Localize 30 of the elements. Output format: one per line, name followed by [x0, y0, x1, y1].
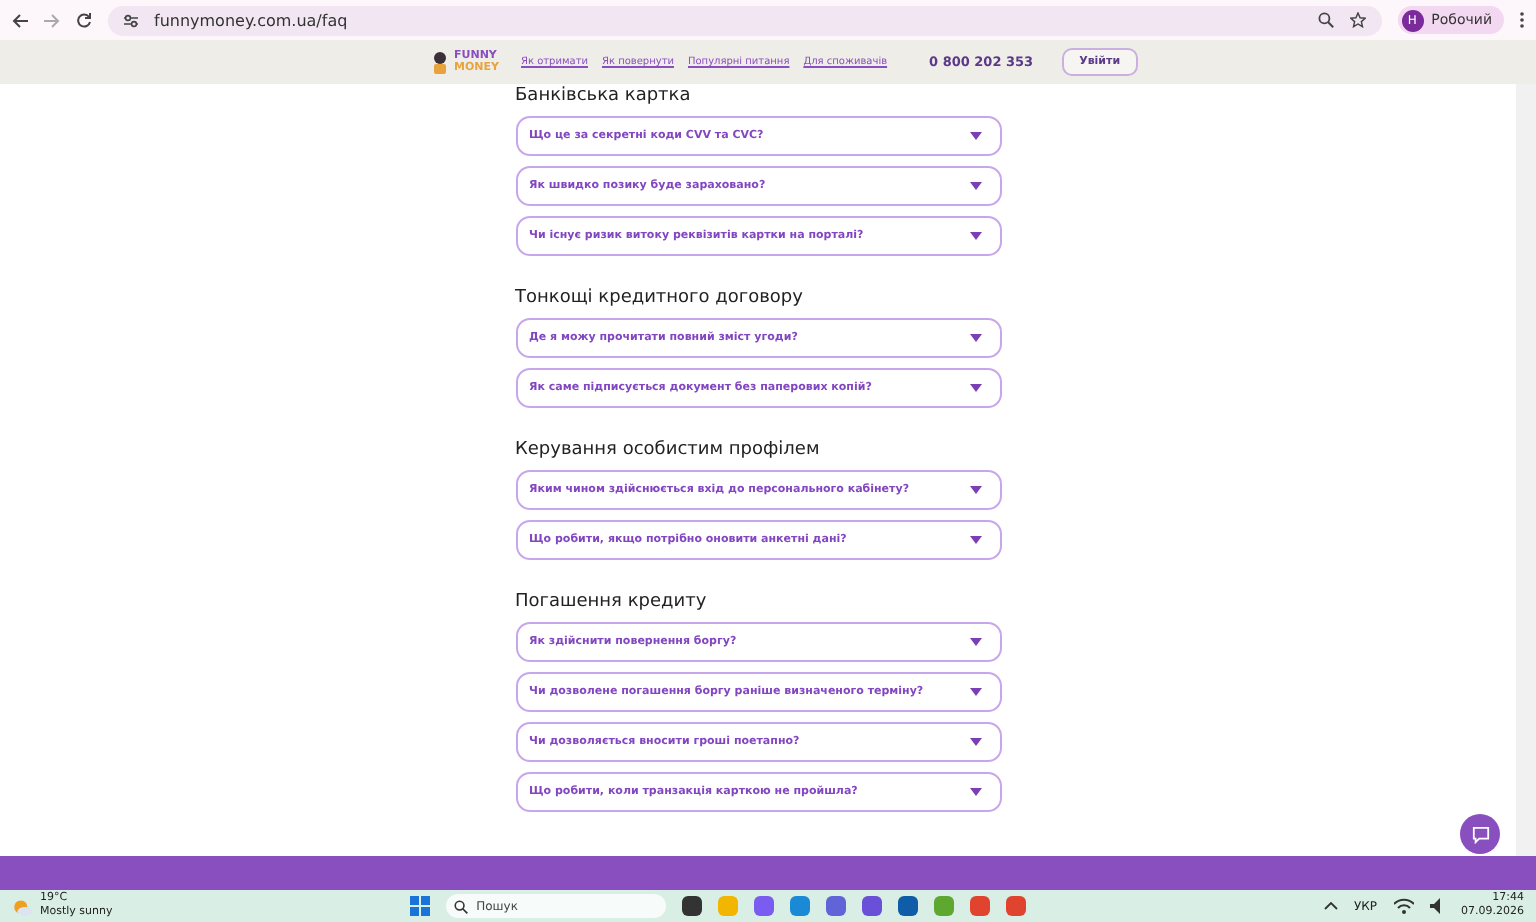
- address-bar[interactable]: funnymoney.com.ua/faq: [108, 5, 1382, 35]
- caret-icon: [969, 132, 981, 140]
- caret-icon: [969, 384, 981, 392]
- caret-icon: [969, 232, 981, 240]
- caret-icon: [969, 688, 981, 696]
- caret-icon: [969, 486, 981, 494]
- section-heading: Банківська картка: [515, 86, 693, 106]
- zoom-icon[interactable]: [1317, 12, 1334, 28]
- chat-button[interactable]: [1460, 814, 1500, 854]
- back-icon[interactable]: [12, 13, 28, 27]
- section-heading: Тонкощі кредитного договору: [515, 288, 805, 308]
- caret-icon: [969, 536, 981, 544]
- mascot-icon: [430, 50, 450, 74]
- site-settings-icon[interactable]: [124, 13, 138, 27]
- star-icon[interactable]: [1349, 12, 1366, 28]
- caret-icon: [969, 738, 981, 746]
- section-heading: Погашення кредиту: [515, 592, 709, 612]
- caret-icon: [969, 638, 981, 646]
- url-text: funnymoney.com.ua/faq: [154, 11, 348, 29]
- search-icon: [454, 899, 469, 913]
- caret-icon: [969, 182, 981, 190]
- caret-icon: [969, 788, 981, 796]
- chat-icon: [1471, 825, 1489, 843]
- chevron-icon[interactable]: [1323, 902, 1338, 910]
- reload-icon[interactable]: [76, 12, 92, 28]
- caret-icon: [969, 334, 981, 342]
- wifi-icon[interactable]: [1393, 898, 1414, 914]
- speaker-icon[interactable]: [1429, 898, 1446, 914]
- section-heading: Керування особистим профілем: [515, 440, 822, 460]
- start-icon[interactable]: [410, 896, 431, 916]
